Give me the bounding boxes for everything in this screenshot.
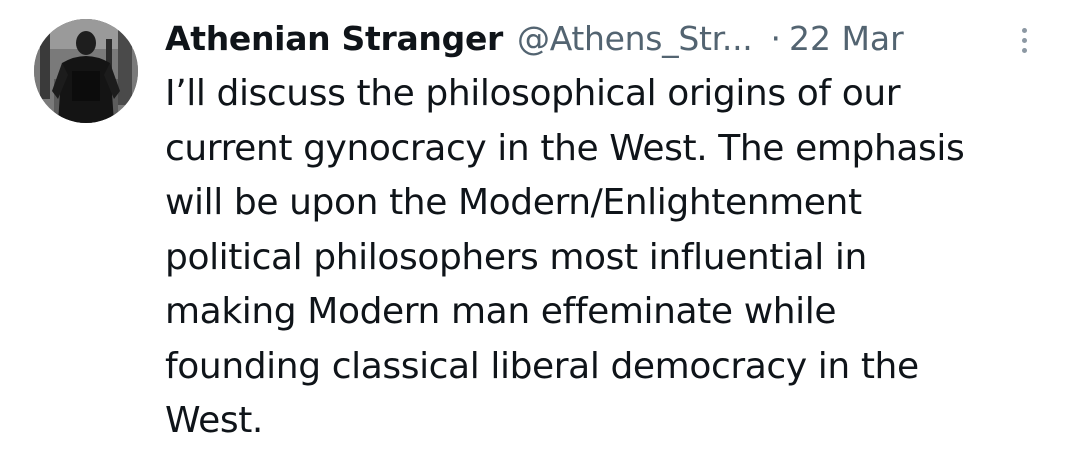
tweet-text-line: I’ll discuss the philosophical origins o… <box>165 73 901 114</box>
tweet-text-line: current gynocracy in the West. The empha… <box>165 127 965 169</box>
tweet-text-line: West. <box>165 400 263 441</box>
tweet-text-line: making Modern man effeminate while <box>165 291 837 332</box>
author-name[interactable]: Athenian Stranger <box>165 15 503 63</box>
tweet-text-line: founding classical liberal democracy in … <box>165 345 919 387</box>
tweet-text: I’ll discuss the philosophical origins o… <box>165 67 1045 449</box>
tweet-timestamp[interactable]: 22 Mar <box>789 15 904 63</box>
header-separator: · <box>770 19 781 58</box>
tweet[interactable]: Athenian Stranger @Athens_Str... · 22 Ma… <box>0 0 1080 452</box>
more-vertical-icon[interactable] <box>1012 18 1036 62</box>
avatar-photo <box>34 19 138 123</box>
more-dot <box>1022 38 1027 43</box>
avatar[interactable] <box>34 19 138 123</box>
tweet-text-line: political philosophers most influential … <box>165 236 867 278</box>
tweet-text-line: will be upon the Modern/Enlightenment <box>165 182 862 223</box>
more-dot <box>1022 48 1027 53</box>
more-dot <box>1022 28 1027 33</box>
tweet-header: Athenian Stranger @Athens_Str... · 22 Ma… <box>165 15 1045 63</box>
author-handle[interactable]: @Athens_Str... <box>517 15 753 63</box>
